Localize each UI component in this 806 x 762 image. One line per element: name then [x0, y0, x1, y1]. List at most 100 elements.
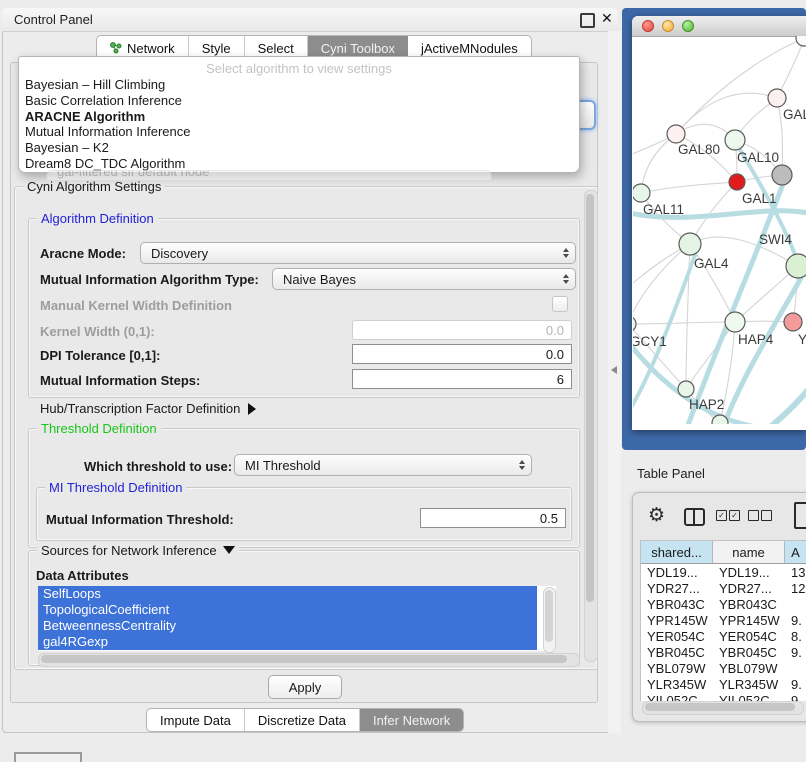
tab-impute-data[interactable]: Impute Data	[147, 709, 245, 731]
close-traffic-light-icon[interactable]	[642, 20, 654, 32]
scrollbar-thumb[interactable]	[586, 194, 594, 602]
attribute-list-item[interactable]: SelfLoops	[38, 586, 537, 602]
table-row[interactable]: YIL052CYIL052C9	[641, 692, 806, 701]
gear-icon[interactable]: ⚙	[648, 504, 665, 527]
table-horizontal-scrollbar[interactable]	[642, 701, 804, 715]
column-header[interactable]: A	[785, 541, 806, 563]
table-cell[interactable]: YDL19...	[713, 564, 785, 580]
table-cell[interactable]	[785, 596, 806, 612]
table-cell[interactable]: YBL079W	[641, 660, 713, 676]
table-cell[interactable]: YBR043C	[713, 596, 785, 612]
table-row[interactable]: YBR045CYBR045C9.	[641, 644, 806, 660]
table-row[interactable]: YPR145WYPR145W9.	[641, 612, 806, 628]
network-node[interactable]	[772, 165, 792, 185]
table-cell[interactable]: YDR27...	[713, 580, 785, 596]
network-edge-thick[interactable]	[769, 384, 806, 424]
table-cell[interactable]: 9.	[785, 644, 806, 660]
list-vertical-scrollbar[interactable]	[543, 587, 556, 653]
checked-checkbox-icon[interactable]: ✓	[729, 510, 740, 521]
tab-discretize-data[interactable]: Discretize Data	[245, 709, 360, 731]
table-cell[interactable]: YLR345W	[641, 676, 713, 692]
network-node-gal4[interactable]	[679, 233, 701, 255]
hub-definition-expander[interactable]: Hub/Transcription Factor Definition	[40, 401, 256, 416]
algorithm-option[interactable]: Bayesian – K2	[25, 140, 109, 155]
algorithm-option[interactable]: Bayesian – Hill Climbing	[25, 77, 165, 92]
network-node-gal11[interactable]	[633, 184, 650, 202]
table-cell[interactable]: YDL19...	[641, 564, 713, 580]
table-cell[interactable]: YBR045C	[713, 644, 785, 660]
minimized-panel-fragment[interactable]	[14, 752, 82, 762]
network-canvas[interactable]: GALGAL80GAL10GAL1GAL11GAL4SWI4GCY1HAP4YH…	[633, 36, 806, 424]
network-node[interactable]	[796, 36, 806, 46]
settings-horizontal-scrollbar[interactable]	[38, 653, 580, 667]
zoom-traffic-light-icon[interactable]	[682, 20, 694, 32]
table-row[interactable]: YBL079WYBL079W	[641, 660, 806, 676]
data-attributes-list[interactable]: SelfLoopsTopologicalCoefficientBetweenne…	[38, 586, 556, 651]
network-edge[interactable]	[676, 93, 777, 134]
table-cell[interactable]: 12	[785, 580, 806, 596]
scrollbar-thumb[interactable]	[645, 703, 795, 711]
mi-steps-field[interactable]: 6	[352, 369, 572, 389]
table-cell[interactable]	[785, 660, 806, 676]
attribute-list-item[interactable]: TopologicalCoefficient	[38, 602, 537, 618]
attribute-list-item[interactable]: gal4RGexp	[38, 634, 537, 650]
dpi-tolerance-field[interactable]: 0.0	[352, 344, 572, 364]
table-cell[interactable]: YLR345W	[713, 676, 785, 692]
table-cell[interactable]: YIL052C	[713, 692, 785, 701]
attribute-list-item[interactable]: BetweennessCentrality	[38, 618, 537, 634]
columns-icon[interactable]	[684, 508, 705, 526]
table-cell[interactable]: YBR045C	[641, 644, 713, 660]
table-cell[interactable]: 9.	[785, 676, 806, 692]
float-window-icon[interactable]	[580, 13, 595, 28]
table-cell[interactable]: YBL079W	[713, 660, 785, 676]
control-panel-titlebar[interactable]	[2, 8, 618, 32]
table-cell[interactable]: 8.	[785, 628, 806, 644]
network-edge[interactable]	[777, 39, 804, 98]
network-node-gal80[interactable]	[667, 125, 685, 143]
table-cell[interactable]: YBR043C	[641, 596, 713, 612]
which-threshold-combo[interactable]: MI Threshold	[234, 454, 532, 476]
unchecked-checkbox-icon[interactable]	[761, 510, 772, 521]
table-row[interactable]: YDR27...YDR27...12	[641, 580, 806, 596]
network-node-gal10[interactable]	[725, 130, 745, 150]
network-edge[interactable]	[641, 182, 737, 193]
tab-infer-network[interactable]: Infer Network	[360, 709, 463, 731]
table-row[interactable]: YBR043CYBR043C	[641, 596, 806, 612]
column-header[interactable]: shared...	[641, 541, 713, 563]
manual-kernel-checkbox[interactable]	[552, 296, 568, 312]
node-table[interactable]: shared...nameAYDL19...YDL19...13YDR27...…	[640, 540, 806, 701]
network-window-titlebar[interactable]	[632, 16, 806, 37]
table-cell[interactable]: 9	[785, 692, 806, 701]
unchecked-checkbox-icon[interactable]	[748, 510, 759, 521]
table-cell[interactable]: YDR27...	[641, 580, 713, 596]
aracne-mode-combo[interactable]: Discovery	[140, 242, 576, 264]
settings-vertical-scrollbar[interactable]	[584, 190, 598, 662]
network-node-gal1[interactable]	[729, 174, 745, 190]
table-cell[interactable]: YPR145W	[713, 612, 785, 628]
network-node-y[interactable]	[784, 313, 802, 331]
table-row[interactable]: YDL19...YDL19...13	[641, 564, 806, 580]
table-cell[interactable]: 13	[785, 564, 806, 580]
network-node-gal[interactable]	[768, 89, 786, 107]
mi-type-combo[interactable]: Naive Bayes	[272, 268, 576, 290]
minimize-traffic-light-icon[interactable]	[662, 20, 674, 32]
scrollbar-thumb[interactable]	[41, 655, 567, 663]
table-cell[interactable]: YER054C	[713, 628, 785, 644]
algorithm-option[interactable]: Basic Correlation Inference	[25, 93, 182, 108]
column-header[interactable]: name	[713, 541, 785, 563]
table-cell[interactable]: YPR145W	[641, 612, 713, 628]
checked-checkbox-icon[interactable]: ✓	[716, 510, 727, 521]
splitter-collapse-icon[interactable]	[611, 366, 617, 374]
network-node-hap4[interactable]	[725, 312, 745, 332]
network-edge-thick[interactable]	[739, 148, 799, 266]
network-edge[interactable]	[633, 244, 690, 324]
algorithm-option[interactable]: Dream8 DC_TDC Algorithm	[25, 156, 185, 171]
network-node-hap2[interactable]	[678, 381, 694, 397]
table-cell[interactable]: 9.	[785, 612, 806, 628]
algorithm-option[interactable]: ARACNE Algorithm	[25, 109, 145, 124]
network-graph[interactable]: GALGAL80GAL10GAL1GAL11GAL4SWI4GCY1HAP4YH…	[633, 36, 806, 424]
mi-threshold-field[interactable]: 0.5	[420, 508, 566, 528]
network-edge[interactable]	[633, 322, 735, 324]
algorithm-option[interactable]: Mutual Information Inference	[25, 124, 190, 139]
table-cell[interactable]: YER054C	[641, 628, 713, 644]
